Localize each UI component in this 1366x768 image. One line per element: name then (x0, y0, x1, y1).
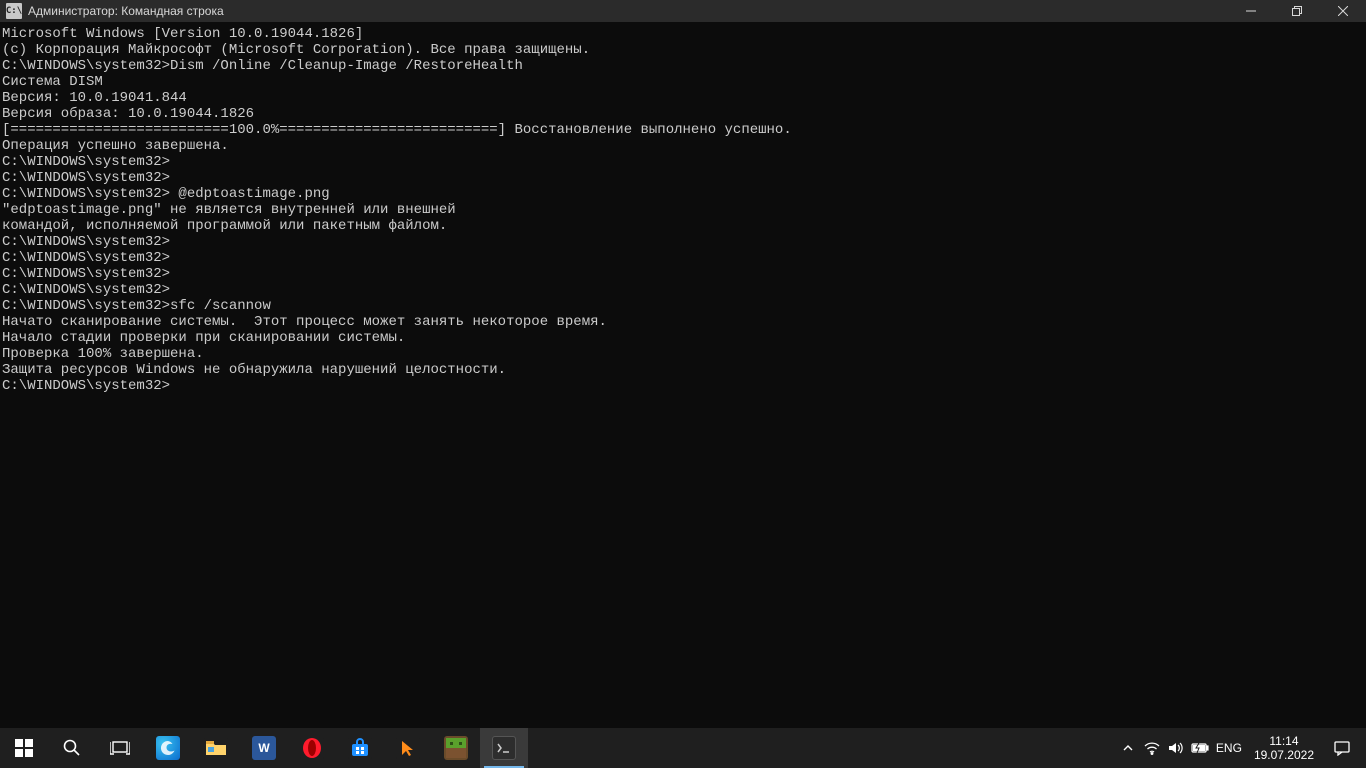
minimize-button[interactable] (1228, 0, 1274, 22)
terminal-line: C:\WINDOWS\system32> (2, 234, 1364, 250)
taskbar-left: W (0, 728, 528, 768)
taskbar-right: ENG 11:14 19.07.2022 (1116, 728, 1366, 768)
taskbar-app-opera[interactable] (288, 728, 336, 768)
tray-wifi-icon[interactable] (1140, 728, 1164, 768)
terminal-line: C:\WINDOWS\system32> (2, 378, 1364, 394)
terminal-line: C:\WINDOWS\system32> (2, 154, 1364, 170)
terminal-line: [==========================100.0%=======… (2, 122, 1364, 138)
terminal-output[interactable]: Microsoft Windows [Version 10.0.19044.18… (0, 22, 1366, 728)
taskbar-app-cmd[interactable] (480, 728, 528, 768)
window-title: Администратор: Командная строка (28, 4, 224, 18)
taskbar-app-explorer[interactable] (192, 728, 240, 768)
close-button[interactable] (1320, 0, 1366, 22)
cmd-icon: C:\ (6, 3, 22, 19)
tray-date: 19.07.2022 (1254, 748, 1314, 762)
titlebar[interactable]: C:\ Администратор: Командная строка (0, 0, 1366, 22)
terminal-line: Начато сканирование системы. Этот процес… (2, 314, 1364, 330)
terminal-line: Операция успешно завершена. (2, 138, 1364, 154)
tray-clock[interactable]: 11:14 19.07.2022 (1246, 728, 1322, 768)
terminal-line: C:\WINDOWS\system32>Dism /Online /Cleanu… (2, 58, 1364, 74)
terminal-line: Версия образа: 10.0.19044.1826 (2, 106, 1364, 122)
terminal-line: C:\WINDOWS\system32> (2, 266, 1364, 282)
terminal-line: C:\WINDOWS\system32> (2, 170, 1364, 186)
taskbar-app-word[interactable]: W (240, 728, 288, 768)
terminal-line: Защита ресурсов Windows не обнаружила на… (2, 362, 1364, 378)
start-button[interactable] (0, 728, 48, 768)
terminal-line: Версия: 10.0.19041.844 (2, 90, 1364, 106)
terminal-line: "edptoastimage.png" не является внутренн… (2, 202, 1364, 218)
terminal-line: командой, исполняемой программой или пак… (2, 218, 1364, 234)
terminal-line: C:\WINDOWS\system32>sfc /scannow (2, 298, 1364, 314)
terminal-line: (c) Корпорация Майкрософт (Microsoft Cor… (2, 42, 1364, 58)
taskbar-app-minecraft[interactable] (432, 728, 480, 768)
tray-language[interactable]: ENG (1212, 728, 1246, 768)
tray-volume-icon[interactable] (1164, 728, 1188, 768)
taskbar[interactable]: W (0, 728, 1366, 768)
tray-battery-icon[interactable] (1188, 728, 1212, 768)
tray-notifications-icon[interactable] (1322, 728, 1362, 768)
maximize-button[interactable] (1274, 0, 1320, 22)
terminal-line: Microsoft Windows [Version 10.0.19044.18… (2, 26, 1364, 42)
task-view-button[interactable] (96, 728, 144, 768)
tray-time: 11:14 (1269, 734, 1298, 748)
tray-show-hidden-icon[interactable] (1116, 728, 1140, 768)
cmd-window: C:\ Администратор: Командная строка Micr… (0, 0, 1366, 728)
terminal-line: C:\WINDOWS\system32> (2, 282, 1364, 298)
terminal-line: C:\WINDOWS\system32> (2, 250, 1364, 266)
taskbar-app-store[interactable] (336, 728, 384, 768)
terminal-line: Начало стадии проверки при сканировании … (2, 330, 1364, 346)
terminal-line: C:\WINDOWS\system32> @edptoastimage.png (2, 186, 1364, 202)
taskbar-app-edge[interactable] (144, 728, 192, 768)
taskbar-app-cursor[interactable] (384, 728, 432, 768)
terminal-line: Проверка 100% завершена. (2, 346, 1364, 362)
terminal-line: Cистема DISM (2, 74, 1364, 90)
search-button[interactable] (48, 728, 96, 768)
